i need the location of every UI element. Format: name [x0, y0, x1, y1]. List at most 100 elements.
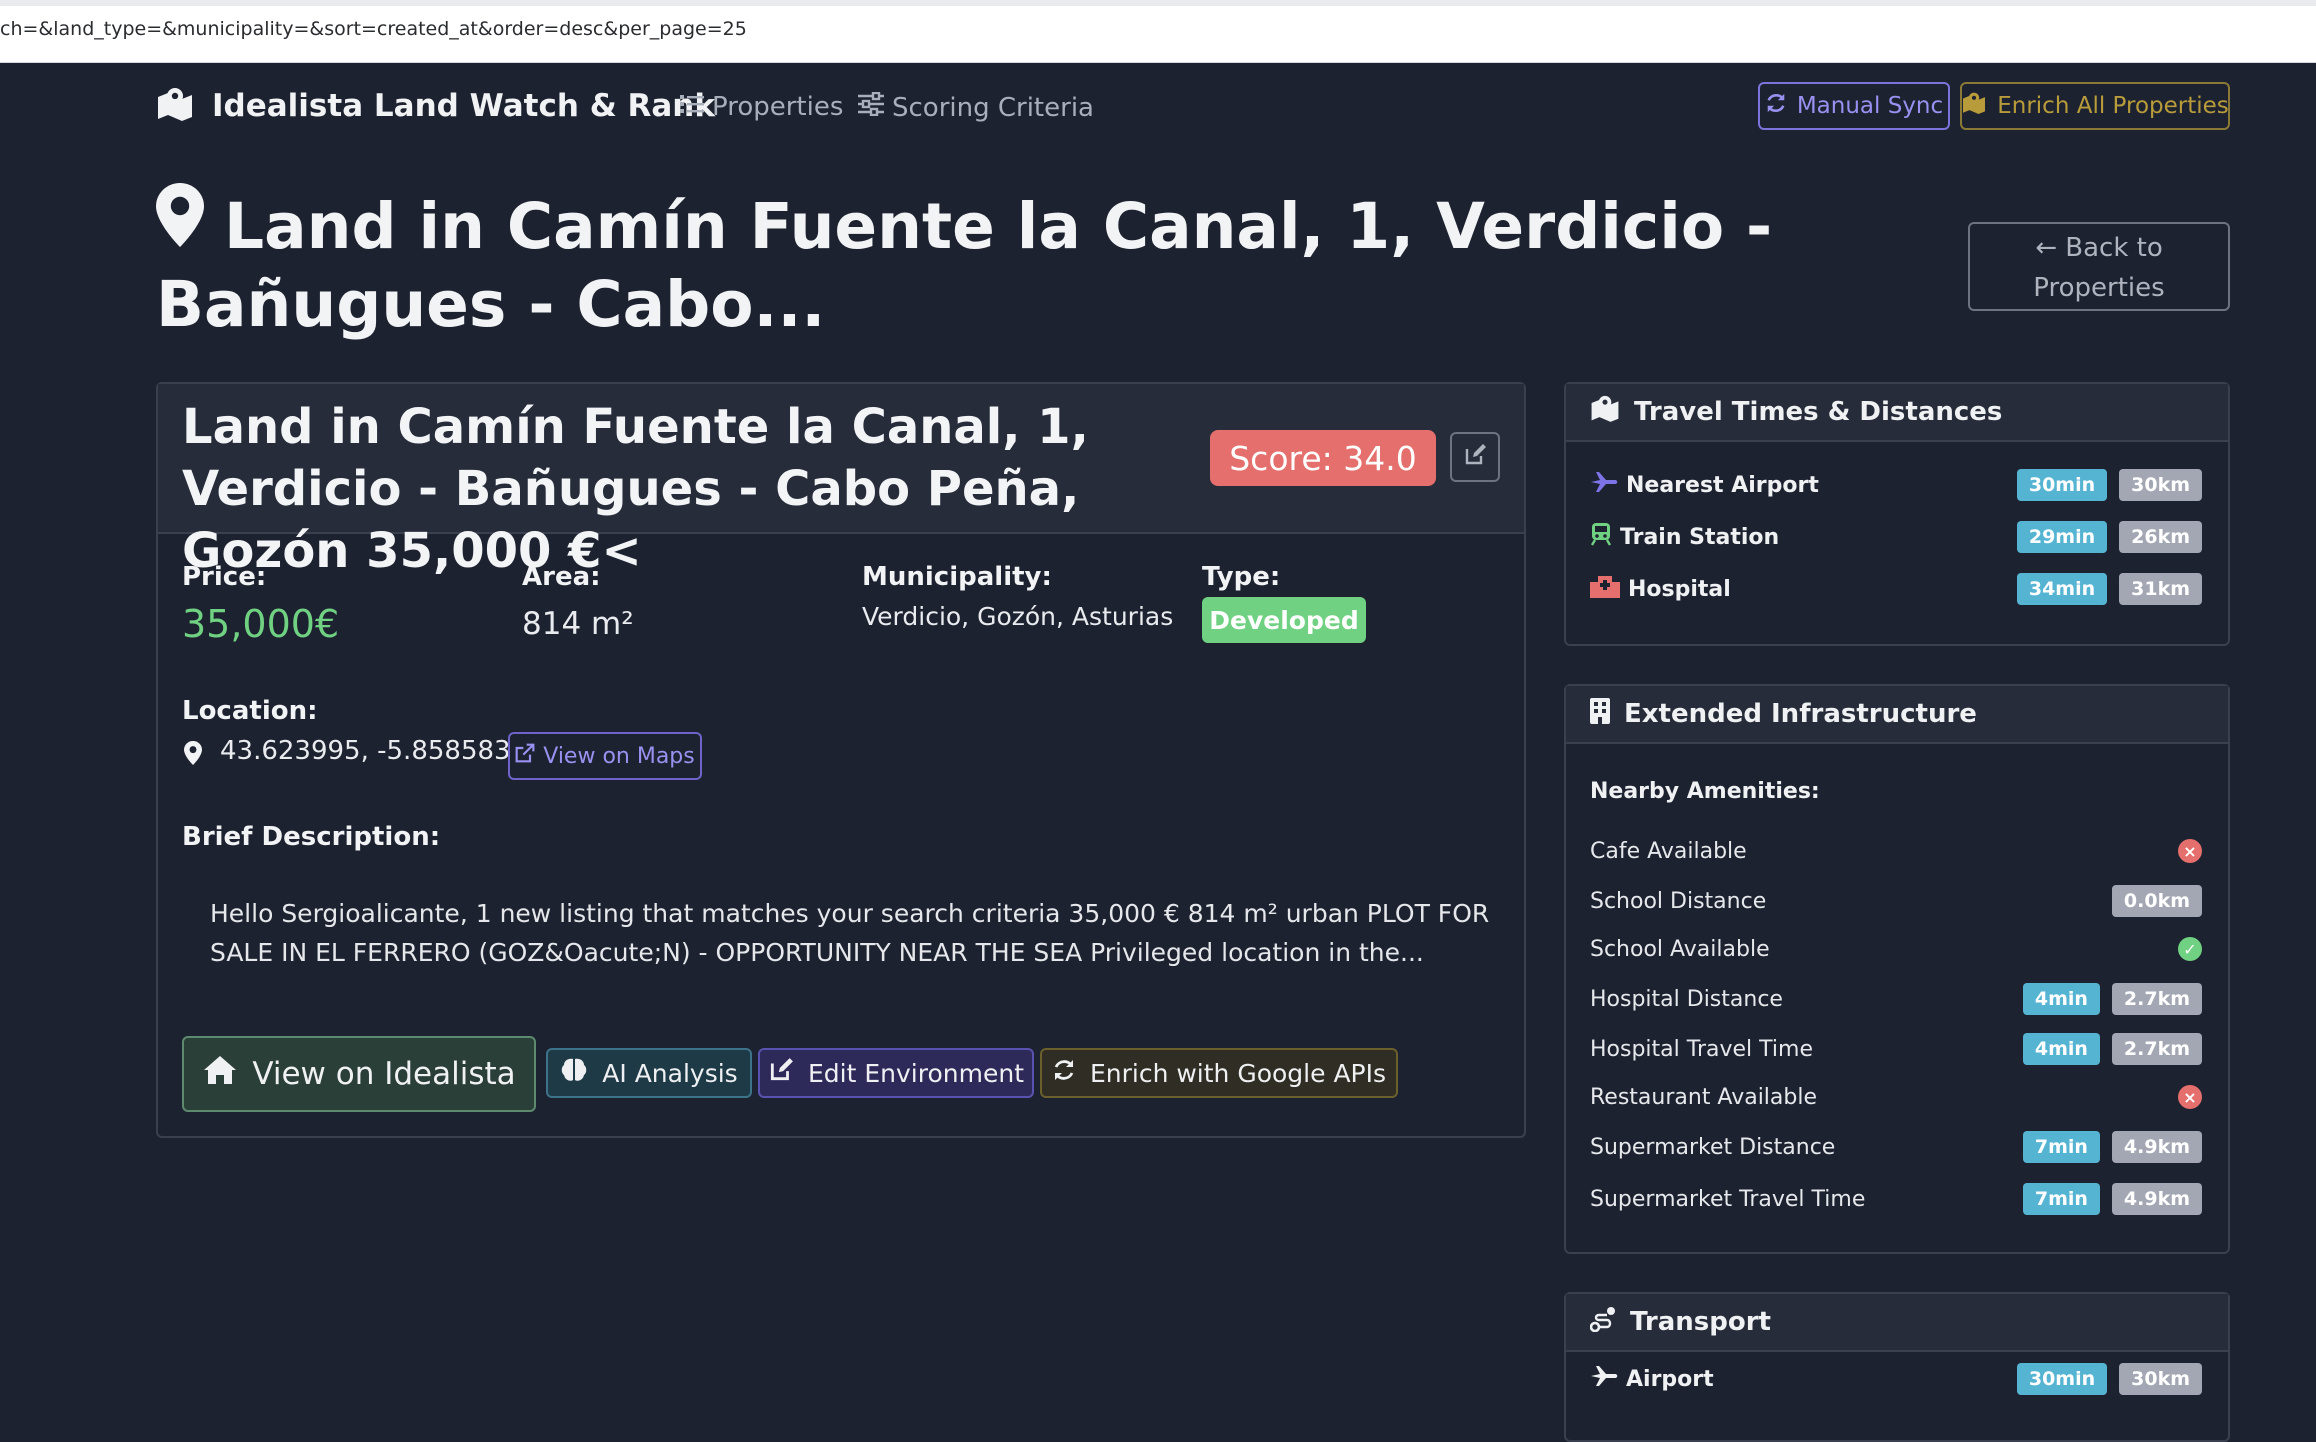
- time-badge: 4min: [2022, 1033, 2100, 1065]
- browser-url-bar[interactable]: ch=&land_type=&municipality=&sort=create…: [0, 0, 2316, 63]
- infrastructure-title: Extended Infrastructure: [1624, 699, 1977, 729]
- infra-row-supermarket-time: Supermarket Travel Time 7min 4.9km: [1590, 1182, 2202, 1216]
- distance-badge: 30km: [2119, 469, 2202, 501]
- travel-times-title: Travel Times & Distances: [1634, 397, 2003, 427]
- enrich-all-button[interactable]: Enrich All Properties: [1960, 82, 2230, 130]
- infra-row-school: School Available ✓: [1590, 932, 2202, 966]
- route-icon: [1589, 1306, 1616, 1339]
- map-icon: [1961, 92, 1987, 120]
- view-on-maps-label: View on Maps: [543, 743, 695, 769]
- transport-item: Airport: [1590, 1365, 2005, 1393]
- nearby-amenities-label: Nearby Amenities:: [1590, 778, 1820, 804]
- infra-label: School Distance: [1590, 888, 1767, 914]
- distance-badge: 30km: [2119, 1363, 2202, 1395]
- x-circle-icon: ×: [2178, 1085, 2202, 1109]
- nearby-amenities-heading: Nearby Amenities:: [1590, 774, 2202, 808]
- transport-item-label: Airport: [1626, 1366, 1714, 1392]
- coordinates: 43.623995, -5.858583: [220, 736, 511, 766]
- travel-times-card: Travel Times & Distances Nearest Airport…: [1564, 382, 2230, 646]
- type-badge: Developed: [1202, 597, 1366, 643]
- distance-badge: 4.9km: [2111, 1131, 2202, 1163]
- nav-link-properties[interactable]: Properties: [680, 92, 843, 122]
- brand-title: Idealista Land Watch & Rank: [212, 88, 715, 124]
- train-icon: [1590, 522, 1612, 552]
- infrastructure-header: Extended Infrastructure: [1566, 686, 2228, 744]
- time-badge: 4min: [2022, 983, 2100, 1015]
- travel-item-label: Hospital: [1628, 576, 1731, 602]
- transport-card: Transport Airport 30min 30km: [1564, 1292, 2230, 1442]
- time-badge: 30min: [2016, 1363, 2108, 1395]
- view-on-idealista-button[interactable]: View on Idealista: [182, 1036, 536, 1112]
- property-card: Land in Camín Fuente la Canal, 1, Verdic…: [156, 382, 1526, 1138]
- back-to-properties-button[interactable]: ← Back to Properties: [1968, 222, 2230, 311]
- edit-environment-label: Edit Environment: [808, 1058, 1024, 1088]
- travel-item: Train Station: [1590, 522, 2005, 552]
- location-pin-icon: [184, 740, 202, 770]
- time-badge: 7min: [2022, 1131, 2100, 1163]
- distance-badge: 31km: [2119, 573, 2202, 605]
- type-label: Type:: [1202, 562, 1281, 592]
- plane-icon: [1590, 471, 1618, 499]
- distance-badge: 2.7km: [2111, 983, 2202, 1015]
- view-on-maps-button[interactable]: View on Maps: [508, 732, 702, 780]
- municipality-label: Municipality:: [862, 562, 1052, 592]
- price-label: Price:: [182, 562, 267, 592]
- travel-item-label: Train Station: [1620, 524, 1780, 550]
- infra-label: Restaurant Available: [1590, 1084, 1818, 1110]
- brain-icon: [560, 1057, 588, 1089]
- location-label: Location:: [182, 696, 318, 726]
- ai-analysis-button[interactable]: AI Analysis: [546, 1048, 752, 1098]
- infra-row-supermarket-distance: Supermarket Distance 7min 4.9km: [1590, 1130, 2202, 1164]
- time-badge: 7min: [2022, 1183, 2100, 1215]
- x-circle-icon: ×: [2178, 839, 2202, 863]
- sliders-icon: [858, 91, 884, 123]
- infra-row-hospital-distance: Hospital Distance 4min 2.7km: [1590, 982, 2202, 1016]
- edit-score-button[interactable]: [1450, 432, 1500, 482]
- travel-times-header: Travel Times & Distances: [1566, 384, 2228, 442]
- enrich-all-label: Enrich All Properties: [1997, 93, 2229, 119]
- description-text: Hello Sergioalicante, 1 new listing that…: [210, 899, 1490, 967]
- manual-sync-label: Manual Sync: [1796, 93, 1944, 119]
- time-badge: 34min: [2016, 573, 2108, 605]
- travel-item: Hospital: [1590, 574, 2005, 604]
- time-badge: 30min: [2016, 469, 2108, 501]
- brand[interactable]: Idealista Land Watch & Rank: [156, 87, 715, 125]
- distance-badge: 26km: [2119, 521, 2202, 553]
- enrich-google-button[interactable]: Enrich with Google APIs: [1040, 1048, 1398, 1098]
- infrastructure-card: Extended Infrastructure Nearby Amenities…: [1564, 684, 2230, 1254]
- description-label: Brief Description:: [182, 822, 441, 852]
- infra-label: Hospital Travel Time: [1590, 1036, 1813, 1062]
- manual-sync-button[interactable]: Manual Sync: [1758, 82, 1950, 130]
- travel-row-airport: Nearest Airport 30min 30km: [1590, 468, 2202, 502]
- travel-row-hospital: Hospital 34min 31km: [1590, 572, 2202, 606]
- distance-badge: 2.7km: [2111, 1033, 2202, 1065]
- navbar: Idealista Land Watch & Rank Properties S…: [156, 82, 2230, 134]
- edit-icon: [1463, 443, 1487, 471]
- nav-link-scoring[interactable]: Scoring Criteria: [858, 91, 1094, 123]
- infra-row-hospital-time: Hospital Travel Time 4min 2.7km: [1590, 1032, 2202, 1066]
- list-icon: [680, 92, 704, 122]
- arrow-left-icon: ←: [2035, 233, 2058, 263]
- infra-label: Hospital Distance: [1590, 986, 1783, 1012]
- property-title: Land in Camín Fuente la Canal, 1, Verdic…: [182, 399, 1089, 579]
- distance-badge: 4.9km: [2111, 1183, 2202, 1215]
- infra-row-school-distance: School Distance 0.0km: [1590, 884, 2202, 918]
- building-icon: [1590, 697, 1610, 731]
- price-value: 35,000€: [182, 602, 340, 646]
- home-icon: [202, 1054, 238, 1094]
- page-title-text: Land in Camín Fuente la Canal, 1, Verdic…: [156, 190, 1773, 341]
- browser-top-strip: [0, 0, 2316, 6]
- municipality-value: Verdicio, Gozón, Asturias: [862, 602, 1174, 631]
- enrich-google-label: Enrich with Google APIs: [1089, 1058, 1387, 1088]
- sync-icon: [1765, 92, 1787, 120]
- transport-row-airport: Airport 30min 30km: [1590, 1362, 2202, 1396]
- travel-row-train: Train Station 29min 26km: [1590, 520, 2202, 554]
- map-icon: [1590, 395, 1620, 429]
- edit-environment-button[interactable]: Edit Environment: [758, 1048, 1034, 1098]
- nav-link-label: Scoring Criteria: [892, 92, 1094, 123]
- travel-item: Nearest Airport: [1590, 471, 2005, 499]
- infra-label: Supermarket Travel Time: [1590, 1186, 1866, 1212]
- url-text[interactable]: ch=&land_type=&municipality=&sort=create…: [0, 18, 747, 40]
- page-title: Land in Camín Fuente la Canal, 1, Verdic…: [156, 182, 1896, 344]
- infra-row-cafe: Cafe Available ×: [1590, 834, 2202, 868]
